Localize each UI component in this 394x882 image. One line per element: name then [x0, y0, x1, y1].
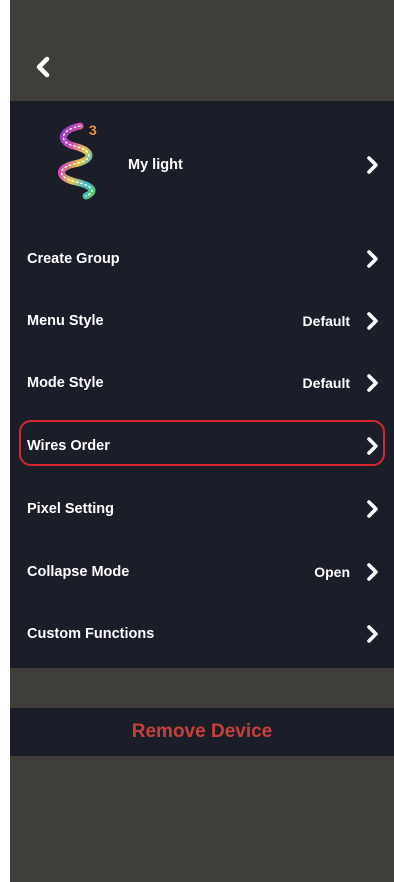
screen: 3 My light Create Group Menu Style Defau…: [10, 0, 394, 882]
device-row[interactable]: 3 My light: [10, 101, 394, 229]
settings-item-label: Create Group: [27, 251, 120, 267]
chevron-right-icon: [367, 563, 378, 581]
top-bar: [10, 0, 394, 101]
settings-item-value: Open: [314, 564, 350, 580]
settings-item-value: Default: [302, 375, 350, 391]
chevron-right-icon: [367, 156, 378, 174]
remove-device-label: Remove Device: [131, 721, 273, 742]
settings-item-pixel-setting[interactable]: Pixel Setting: [10, 478, 394, 540]
settings-item-label: Pixel Setting: [27, 501, 115, 517]
settings-item-mode-style[interactable]: Mode Style Default: [10, 352, 394, 414]
remove-device-button[interactable]: Remove Device: [10, 708, 394, 756]
settings-item-value: Default: [302, 313, 350, 329]
led-strip-icon: [58, 122, 96, 200]
settings-item-label: Mode Style: [27, 375, 104, 391]
settings-item-label: Custom Functions: [27, 626, 155, 642]
device-name: My light: [128, 157, 183, 173]
chevron-right-icon: [367, 500, 378, 518]
chevron-right-icon: [367, 625, 378, 643]
chevron-right-icon: [367, 312, 378, 330]
device-count-badge: 3: [89, 122, 97, 138]
settings-item-menu-style[interactable]: Menu Style Default: [10, 290, 394, 352]
settings-item-label: Collapse Mode: [27, 564, 130, 580]
settings-item-create-group[interactable]: Create Group: [10, 228, 394, 290]
settings-item-collapse-mode[interactable]: Collapse Mode Open: [10, 541, 394, 603]
chevron-left-icon: [36, 56, 50, 78]
selection-highlight: [19, 420, 385, 466]
settings-item-label: Menu Style: [27, 313, 104, 329]
chevron-right-icon: [367, 374, 378, 392]
chevron-right-icon: [367, 250, 378, 268]
settings-item-custom-functions[interactable]: Custom Functions: [10, 603, 394, 665]
back-button[interactable]: [30, 52, 58, 82]
